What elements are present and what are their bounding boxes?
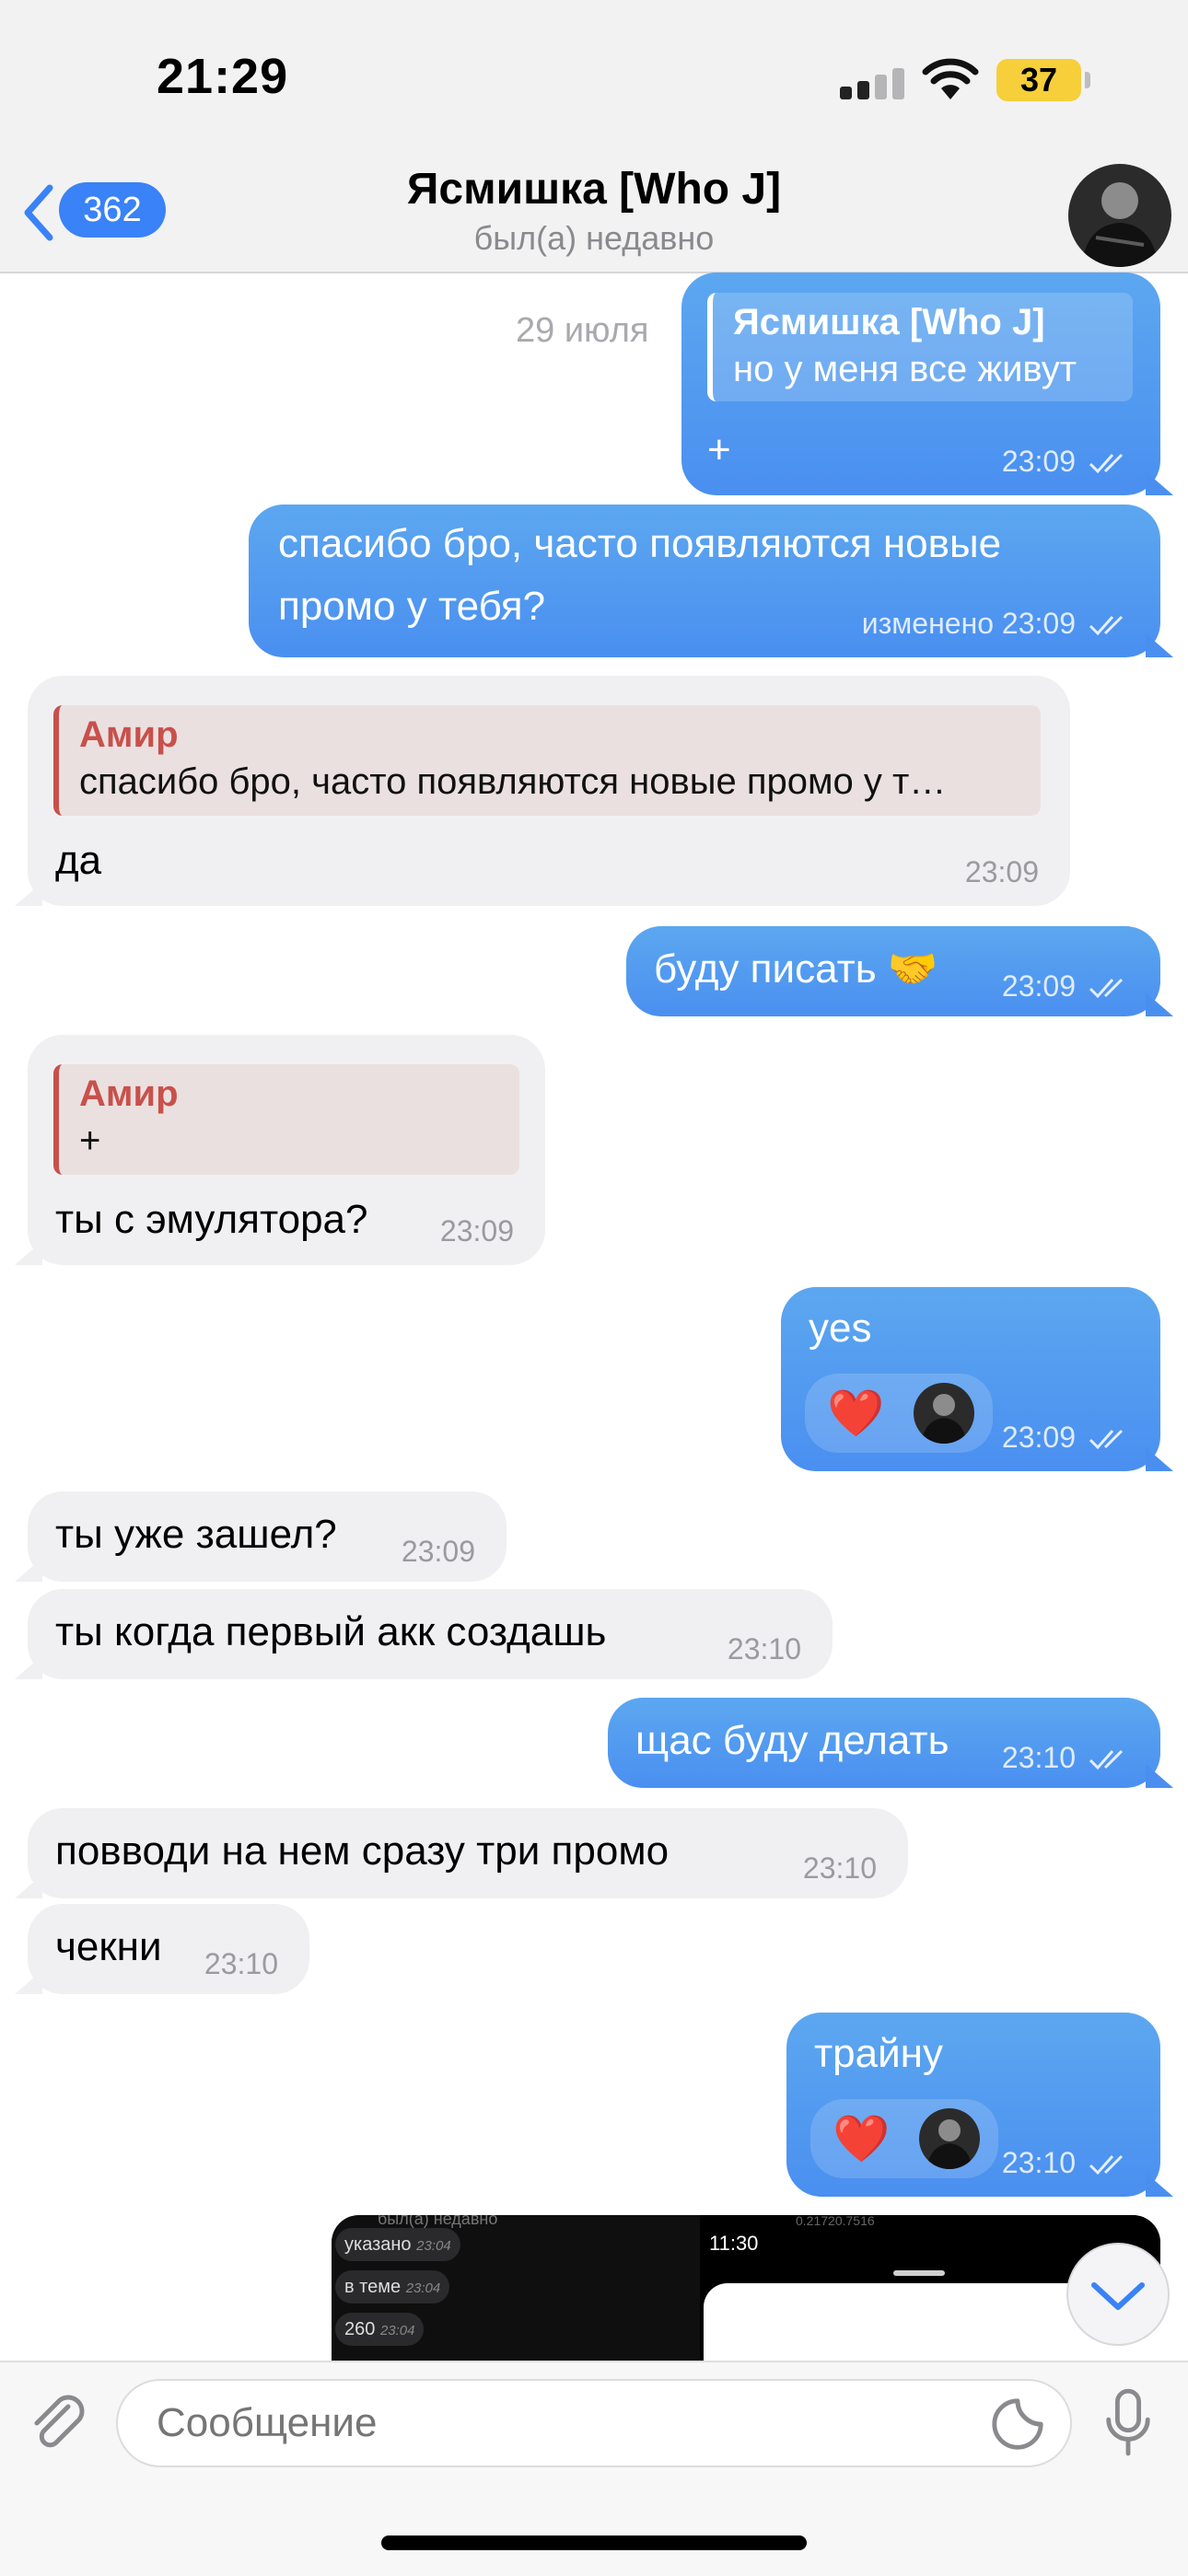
- scroll-to-bottom-button[interactable]: [1066, 2243, 1170, 2346]
- reply-text: спасибо бро, часто появляются новые пром…: [79, 761, 947, 802]
- home-indicator: [381, 2535, 807, 2550]
- message-time: 23:09: [1001, 445, 1076, 478]
- message-time: изменено 23:09: [861, 607, 1076, 640]
- message-time: 23:09: [1001, 969, 1076, 1003]
- photo-left-panel: был(а) недавно указано 23:04 в теме 23:0…: [332, 2215, 700, 2361]
- reaction-pill[interactable]: ❤️: [810, 2099, 998, 2178]
- reaction-pill[interactable]: ❤️: [805, 1374, 993, 1453]
- read-checkmarks-icon: [1089, 2154, 1124, 2176]
- reactor-avatar: [914, 1383, 974, 1444]
- heart-reaction-icon: ❤️: [827, 1387, 885, 1439]
- photo-inner-handle: [893, 2270, 945, 2276]
- reactor-avatar: [919, 2108, 980, 2169]
- message-text: +: [707, 427, 731, 472]
- photo-chat-row: указано 23:04: [335, 2228, 460, 2261]
- contact-avatar[interactable]: [1068, 164, 1171, 267]
- outgoing-message-bubble[interactable]: Ясмишка [Who J] но у меня все живут + 23…: [681, 273, 1160, 495]
- battery-nub: [1085, 72, 1090, 88]
- message-text: да: [55, 838, 102, 883]
- message-time: 23:10: [1001, 1741, 1076, 1774]
- photo-header-text: был(а) недавно: [378, 2215, 498, 2228]
- message-text: ты когда первый акк создашь: [55, 1609, 607, 1654]
- message-time: 23:10: [1001, 2146, 1076, 2179]
- incoming-message-bubble[interactable]: повводи на нем сразу три промо 23:10: [28, 1808, 908, 1898]
- message-text: yes: [809, 1305, 872, 1351]
- message-time: 23:09: [401, 1535, 475, 1568]
- chat-title[interactable]: Ясмишка [Who J]: [0, 164, 1188, 215]
- chat-header: 362 Ясмишка [Who J] был(а) недавно: [0, 157, 1188, 273]
- read-checkmarks-icon: [1089, 615, 1124, 636]
- reply-text: но у меня все живут: [733, 349, 1077, 389]
- photo-row-text: 260: [344, 2319, 376, 2339]
- cellular-signal-icon: [840, 68, 904, 99]
- status-time: 21:29: [157, 49, 289, 104]
- outgoing-message-bubble[interactable]: спасибо бро, часто появляются новые пром…: [249, 505, 1160, 657]
- incoming-message-bubble[interactable]: Амир спасибо бро, часто появляются новые…: [28, 676, 1070, 906]
- incoming-message-bubble[interactable]: Амир + ты с эмулятора? 23:09: [28, 1035, 545, 1265]
- message-text: трайну: [814, 2031, 943, 2076]
- message-text: щас буду делать: [635, 1718, 949, 1763]
- chat-presence-status: был(а) недавно: [473, 219, 715, 257]
- message-text: повводи на нем сразу три промо: [55, 1828, 670, 1874]
- photo-chat-row: 260 23:04: [335, 2313, 425, 2346]
- reply-quote[interactable]: Амир спасибо бро, часто появляются новые…: [53, 705, 1041, 816]
- photo-inner-time: 11:30: [709, 2232, 759, 2255]
- microphone-icon[interactable]: [1101, 2386, 1155, 2460]
- message-text: ты уже зашел?: [55, 1512, 337, 1557]
- battery-indicator: 37: [996, 59, 1081, 101]
- chevron-down-icon: [1091, 2282, 1145, 2310]
- outgoing-message-bubble[interactable]: щас буду делать 23:10: [608, 1698, 1160, 1788]
- date-separator: 29 июля: [516, 311, 649, 350]
- attach-paperclip-icon[interactable]: [26, 2390, 90, 2454]
- photo-row-time: 23:04: [416, 2238, 451, 2254]
- image-message-preview[interactable]: был(а) недавно указано 23:04 в теме 23:0…: [332, 2215, 1160, 2361]
- photo-chat-row: в теме 23:04: [335, 2270, 450, 2303]
- avatar-photo-icon: [1068, 164, 1171, 267]
- read-checkmarks-icon: [1089, 1749, 1124, 1770]
- read-checkmarks-icon: [1089, 978, 1124, 999]
- message-time: 23:09: [1001, 1421, 1076, 1454]
- message-text-line: промо у тебя?: [278, 584, 546, 629]
- message-text: буду писать 🤝: [654, 946, 938, 992]
- message-time: 23:09: [439, 1214, 514, 1247]
- photo-inner-topline: 0.21720.7516: [796, 2215, 875, 2228]
- message-text: ты с эмулятора?: [55, 1197, 368, 1242]
- message-text-line: спасибо бро, часто появляются новые: [278, 521, 1002, 566]
- photo-row-time: 23:04: [379, 2323, 415, 2338]
- reply-text: +: [79, 1120, 101, 1161]
- message-time: 23:10: [727, 1632, 801, 1665]
- wifi-icon: [922, 58, 979, 99]
- reply-author: Амир: [79, 714, 179, 755]
- read-checkmarks-icon: [1089, 453, 1124, 474]
- photo-row-text: указано: [344, 2234, 412, 2255]
- status-bar: 21:29 37: [0, 0, 1188, 157]
- message-time: 23:10: [802, 1851, 877, 1885]
- incoming-message-bubble[interactable]: чекни 23:10: [28, 1904, 309, 1994]
- message-text: чекни: [55, 1924, 162, 1969]
- message-time: 23:09: [964, 855, 1039, 888]
- read-checkmarks-icon: [1089, 1429, 1124, 1450]
- reply-author: Амир: [79, 1073, 179, 1114]
- photo-row-time: 23:04: [405, 2280, 441, 2296]
- photo-row-text: в теме: [344, 2277, 402, 2297]
- message-time: 23:10: [204, 1947, 278, 1980]
- outgoing-message-bubble[interactable]: трайну ❤️ 23:10: [786, 2013, 1160, 2197]
- sticker-icon[interactable]: [989, 2396, 1046, 2453]
- outgoing-message-bubble[interactable]: буду писать 🤝 23:09: [626, 926, 1160, 1016]
- reply-author: Ясмишка [Who J]: [733, 302, 1045, 342]
- message-input[interactable]: [116, 2379, 1072, 2467]
- outgoing-message-bubble[interactable]: yes ❤️ 23:09: [781, 1287, 1160, 1471]
- incoming-message-bubble[interactable]: ты когда первый акк создашь 23:10: [28, 1589, 833, 1679]
- reply-quote[interactable]: Амир +: [53, 1064, 519, 1175]
- heart-reaction-icon: ❤️: [833, 2113, 891, 2164]
- reply-quote[interactable]: Ясмишка [Who J] но у меня все живут: [707, 293, 1133, 401]
- incoming-message-bubble[interactable]: ты уже зашел? 23:09: [28, 1491, 507, 1582]
